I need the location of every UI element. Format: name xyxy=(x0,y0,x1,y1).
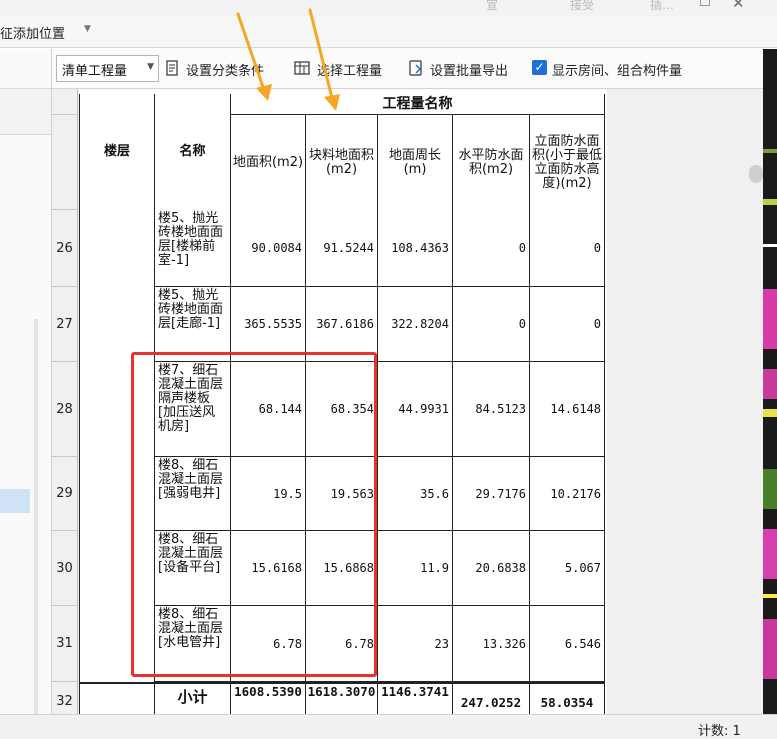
col-header-vertical-waterproof: 立面防水面积(小于最低立面防水高度)(m2) xyxy=(530,115,605,211)
show-rooms-checkbox[interactable]: ✓ xyxy=(532,60,547,75)
subtotal-floor-cell xyxy=(79,684,155,714)
row-31-horizontal-waterproof[interactable]: 13.326 xyxy=(453,606,530,682)
col-header-tile-area: 块料地面积(m2) xyxy=(306,115,378,211)
chevron-down-icon[interactable]: ▼ xyxy=(84,24,91,34)
row-29-perimeter[interactable]: 35.6 xyxy=(378,457,453,531)
row-header-corner xyxy=(52,89,78,115)
row-27-name[interactable]: 楼5、抛光砖楼地面面层[走廊-1] xyxy=(155,287,231,362)
row-number-28[interactable]: 28 xyxy=(52,362,78,457)
ghost-tab-3: 插… xyxy=(650,0,675,12)
count-status: 计数: 1 xyxy=(698,724,741,739)
group-header-quantity: 工程量名称 xyxy=(231,94,605,115)
row-number-29[interactable]: 29 xyxy=(52,457,78,531)
row-26-floor-area[interactable]: 90.0084 xyxy=(231,210,306,287)
batch-export-icon[interactable] xyxy=(408,60,424,76)
grid-scroll-thumb[interactable] xyxy=(749,165,763,183)
ghost-tab-1: 宣 xyxy=(486,0,499,12)
toolbar: 清单工程量 ▼ 设置分类条件 选择工程量 设置批量导出 ✓ 显示房间、组合构件量 xyxy=(52,49,763,89)
select-quantity-icon[interactable] xyxy=(294,60,310,76)
col-header-floor-area: 地面积(m2) xyxy=(231,115,306,211)
batch-export-button[interactable]: 设置批量导出 xyxy=(430,60,508,79)
row-26-perimeter[interactable]: 108.4363 xyxy=(378,210,453,287)
left-panel xyxy=(0,49,52,719)
feature-position-label[interactable]: 征添加位置 xyxy=(0,23,65,42)
quantity-type-dropdown[interactable]: 清单工程量 ▼ xyxy=(56,55,159,82)
select-quantity-button[interactable]: 选择工程量 xyxy=(317,60,382,79)
row-27-perimeter[interactable]: 322.8204 xyxy=(378,287,453,362)
row-30-perimeter[interactable]: 11.9 xyxy=(378,531,453,606)
title-strip: 宣 接受 插… ✕ xyxy=(0,0,777,16)
row-30-vertical-waterproof[interactable]: 5.067 xyxy=(530,531,605,606)
left-panel-scrollbar[interactable] xyxy=(34,319,38,719)
row-27-vertical-waterproof[interactable]: 0 xyxy=(530,287,605,362)
row-number-26[interactable]: 26 xyxy=(52,210,78,287)
subtotal-floor-area[interactable]: 1608.5390 xyxy=(231,684,306,714)
row-26-tile-area[interactable]: 91.5244 xyxy=(306,210,378,287)
row-number-32[interactable]: 32 xyxy=(52,682,78,714)
row-number-31[interactable]: 31 xyxy=(52,606,78,682)
col-header-horizontal-waterproof: 水平防水面积(m2) xyxy=(453,115,530,211)
left-panel-subheader xyxy=(0,89,51,135)
subtotal-perimeter[interactable]: 1146.3741 xyxy=(378,684,453,714)
row-28-horizontal-waterproof[interactable]: 84.5123 xyxy=(453,362,530,457)
feature-position-bar: 征添加位置 ▼ xyxy=(0,16,777,48)
row-26-name[interactable]: 楼5、抛光砖楼地面面层[楼梯前室-1] xyxy=(155,210,231,287)
status-bar: 计数: 1 xyxy=(0,714,777,739)
row-27-tile-area[interactable]: 367.6186 xyxy=(306,287,378,362)
row-26-horizontal-waterproof[interactable]: 0 xyxy=(453,210,530,287)
quantity-type-value: 清单工程量 xyxy=(62,64,128,79)
row-28-vertical-waterproof[interactable]: 14.6148 xyxy=(530,362,605,457)
highlight-box xyxy=(131,352,377,677)
show-rooms-label[interactable]: 显示房间、组合构件量 xyxy=(552,60,682,79)
col-header-floor: 楼层 xyxy=(79,94,155,211)
row-29-vertical-waterproof[interactable]: 10.2176 xyxy=(530,457,605,531)
row-31-perimeter[interactable]: 23 xyxy=(378,606,453,682)
background-window-strip xyxy=(763,49,777,714)
row-27-horizontal-waterproof[interactable]: 0 xyxy=(453,287,530,362)
row-31-vertical-waterproof[interactable]: 6.546 xyxy=(530,606,605,682)
subtotal-tile-area[interactable]: 1618.3070 xyxy=(306,684,378,714)
subtotal-vertical-waterproof[interactable]: 58.0354 xyxy=(530,684,605,714)
ghost-tab-2: 接受 xyxy=(570,0,595,12)
row-30-horizontal-waterproof[interactable]: 20.6838 xyxy=(453,531,530,606)
row-28-perimeter[interactable]: 44.9931 xyxy=(378,362,453,457)
left-panel-selected-item[interactable] xyxy=(0,489,30,513)
subtotal-horizontal-waterproof[interactable]: 247.0252 xyxy=(453,684,530,714)
close-icon[interactable]: ✕ xyxy=(732,0,745,12)
restore-icon[interactable] xyxy=(700,0,710,6)
category-settings-icon[interactable] xyxy=(165,60,181,76)
col-header-name: 名称 xyxy=(155,94,231,211)
chevron-down-icon: ▼ xyxy=(147,62,154,72)
row-29-horizontal-waterproof[interactable]: 29.7176 xyxy=(453,457,530,531)
row-header-blank xyxy=(52,115,78,210)
row-number-30[interactable]: 30 xyxy=(52,531,78,606)
set-category-button[interactable]: 设置分类条件 xyxy=(186,60,264,79)
row-27-floor-area[interactable]: 365.5535 xyxy=(231,287,306,362)
row-26-vertical-waterproof[interactable]: 0 xyxy=(530,210,605,287)
row-number-27[interactable]: 27 xyxy=(52,287,78,362)
left-panel-header xyxy=(0,49,51,89)
subtotal-label: 小计 xyxy=(155,684,231,714)
col-header-perimeter: 地面周长(m) xyxy=(378,115,453,211)
